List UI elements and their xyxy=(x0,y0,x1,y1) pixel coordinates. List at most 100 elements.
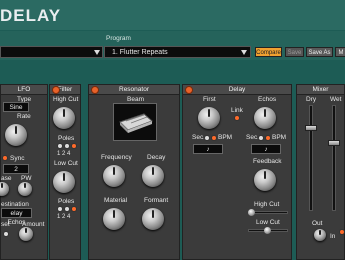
lfo-sync-toggle[interactable] xyxy=(2,155,8,161)
lfo-destination-select[interactable]: elay Echos xyxy=(1,208,32,226)
delay-first-knob[interactable] xyxy=(198,107,220,129)
lfo-reset-toggle[interactable] xyxy=(3,231,9,237)
resonator-decay-label: Decay xyxy=(147,154,166,161)
filter-high-cut-knob[interactable] xyxy=(53,107,75,129)
chevron-down-icon xyxy=(241,50,247,55)
program-value: 1. Flutter Repeats xyxy=(112,49,168,56)
lfo-title: LFO xyxy=(17,86,31,93)
mixer-wet-fader[interactable] xyxy=(332,105,336,211)
delay-link-toggle[interactable] xyxy=(234,115,240,121)
preset-category-field[interactable] xyxy=(0,46,103,58)
delay-feedback-knob[interactable] xyxy=(254,169,276,191)
filter-poles-2[interactable] xyxy=(64,143,70,149)
delay-power-icon[interactable] xyxy=(185,86,193,94)
resonator-formant-label: Formant xyxy=(144,197,169,204)
mixer-title: Mixer xyxy=(312,86,329,93)
mixer-in-label: In xyxy=(330,233,336,240)
resonator-frequency-knob[interactable] xyxy=(103,165,125,187)
lfo-reset-label: set xyxy=(1,221,10,228)
plugin-window: DELAY Program 1. Flutter Repeats Compare… xyxy=(0,0,345,260)
lfo-destination-label: estination xyxy=(1,201,29,208)
filter-poles-options-1: 1 2 4 xyxy=(57,151,71,157)
lfo-amount-knob[interactable] xyxy=(19,227,33,241)
filter-low-cut-label: Low Cut xyxy=(54,160,78,167)
resonator-title: Resonator xyxy=(119,86,149,93)
filter-low-cut-knob[interactable] xyxy=(53,171,75,193)
beam-icon xyxy=(119,113,153,133)
resonator-beam-label: Beam xyxy=(127,96,144,103)
delay-title: Delay xyxy=(228,86,246,93)
filter-poles2-1[interactable] xyxy=(57,206,63,212)
delay-panel: Delay First Echos Link Sec. BPM Sec. BPM… xyxy=(182,84,292,260)
lfo-type-select[interactable]: Sine xyxy=(3,102,29,112)
mixer-panel: Mixer Dry Wet Out In xyxy=(296,84,345,260)
delay-link-label: Link xyxy=(231,107,243,114)
resonator-power-icon[interactable] xyxy=(91,86,99,94)
mixer-dry-label: Dry xyxy=(306,96,317,103)
delay-header: Delay xyxy=(183,85,291,95)
filter-poles-label-2: Poles xyxy=(58,198,75,205)
mixer-out-label: Out xyxy=(312,220,323,227)
delay-sec-radio-1[interactable] xyxy=(204,135,210,141)
program-label: Program xyxy=(106,35,131,42)
delay-feedback-label: Feedback xyxy=(253,158,282,165)
plugin-title: DELAY xyxy=(0,6,62,25)
compare-button[interactable]: Compare xyxy=(255,47,282,57)
delay-echos-label: Echos xyxy=(258,96,277,103)
lfo-pw-label: PW xyxy=(21,175,32,182)
delay-echos-note-select[interactable]: ♪ xyxy=(251,144,281,154)
filter-poles2-2[interactable] xyxy=(64,206,70,212)
lfo-phase-label: ase xyxy=(1,175,12,182)
lfo-sync-label: Sync xyxy=(10,155,25,162)
more-button[interactable]: M xyxy=(335,47,345,57)
mixer-wet-thumb[interactable] xyxy=(328,140,340,146)
save-as-button[interactable]: Save As xyxy=(306,47,333,57)
delay-first-note-select[interactable]: ♪ xyxy=(193,144,223,154)
program-select[interactable]: 1. Flutter Repeats xyxy=(104,46,251,58)
mixer-header: Mixer xyxy=(297,85,344,95)
delay-sec-radio-2[interactable] xyxy=(258,135,264,141)
delay-low-cut-thumb[interactable] xyxy=(264,227,271,234)
filter-poles-1[interactable] xyxy=(57,143,63,149)
delay-low-cut-label: Low Cut xyxy=(256,219,280,226)
resonator-formant-knob[interactable] xyxy=(142,208,164,230)
filter-poles2-4[interactable] xyxy=(71,206,77,212)
delay-bpm-label-2: BPM xyxy=(272,134,287,141)
mixer-out-knob[interactable] xyxy=(314,229,326,241)
lfo-panel: LFO Type Sine Rate Sync 2 ase PW estinat… xyxy=(0,84,48,260)
lfo-rate-label: Rate xyxy=(17,113,31,120)
title-bar: DELAY xyxy=(0,0,345,30)
mixer-in-toggle[interactable] xyxy=(339,229,345,235)
beam-selector[interactable] xyxy=(113,103,157,141)
lfo-rate-knob[interactable] xyxy=(5,124,27,146)
resonator-material-label: Material xyxy=(104,197,128,204)
delay-bpm-label-1: BPM xyxy=(218,134,233,141)
filter-panel: Filter High Cut Poles 1 2 4 Low Cut Pole… xyxy=(49,84,81,260)
lfo-phase-knob[interactable] xyxy=(0,182,9,196)
filter-header: Filter xyxy=(50,85,80,95)
lfo-pw-knob[interactable] xyxy=(18,182,32,196)
resonator-frequency-label: Frequency xyxy=(101,154,132,161)
filter-poles-label-1: Poles xyxy=(58,135,75,142)
delay-echos-knob[interactable] xyxy=(254,107,276,129)
resonator-material-knob[interactable] xyxy=(103,208,125,230)
delay-high-cut-thumb[interactable] xyxy=(248,209,255,216)
mixer-dry-thumb[interactable] xyxy=(305,125,317,131)
mixer-wet-label: Wet xyxy=(330,96,342,103)
resonator-decay-knob[interactable] xyxy=(142,165,164,187)
delay-bpm-radio-1[interactable] xyxy=(211,135,217,141)
filter-power-icon[interactable] xyxy=(52,86,60,94)
lfo-sync-select[interactable]: 2 xyxy=(3,164,29,174)
resonator-panel: Resonator Beam Frequency Decay Material … xyxy=(88,84,180,260)
filter-poles-options-2: 1 2 4 xyxy=(57,214,71,220)
filter-poles-4[interactable] xyxy=(71,143,77,149)
resonator-header: Resonator xyxy=(89,85,179,95)
save-button[interactable]: Save xyxy=(285,47,304,57)
delay-first-label: First xyxy=(203,96,216,103)
delay-bpm-radio-2[interactable] xyxy=(265,135,271,141)
filter-high-cut-label: High Cut xyxy=(53,96,79,103)
mixer-dry-fader[interactable] xyxy=(309,105,313,211)
chevron-down-icon xyxy=(94,50,100,55)
delay-high-cut-label: High Cut xyxy=(254,201,280,208)
lfo-header: LFO xyxy=(1,85,47,95)
